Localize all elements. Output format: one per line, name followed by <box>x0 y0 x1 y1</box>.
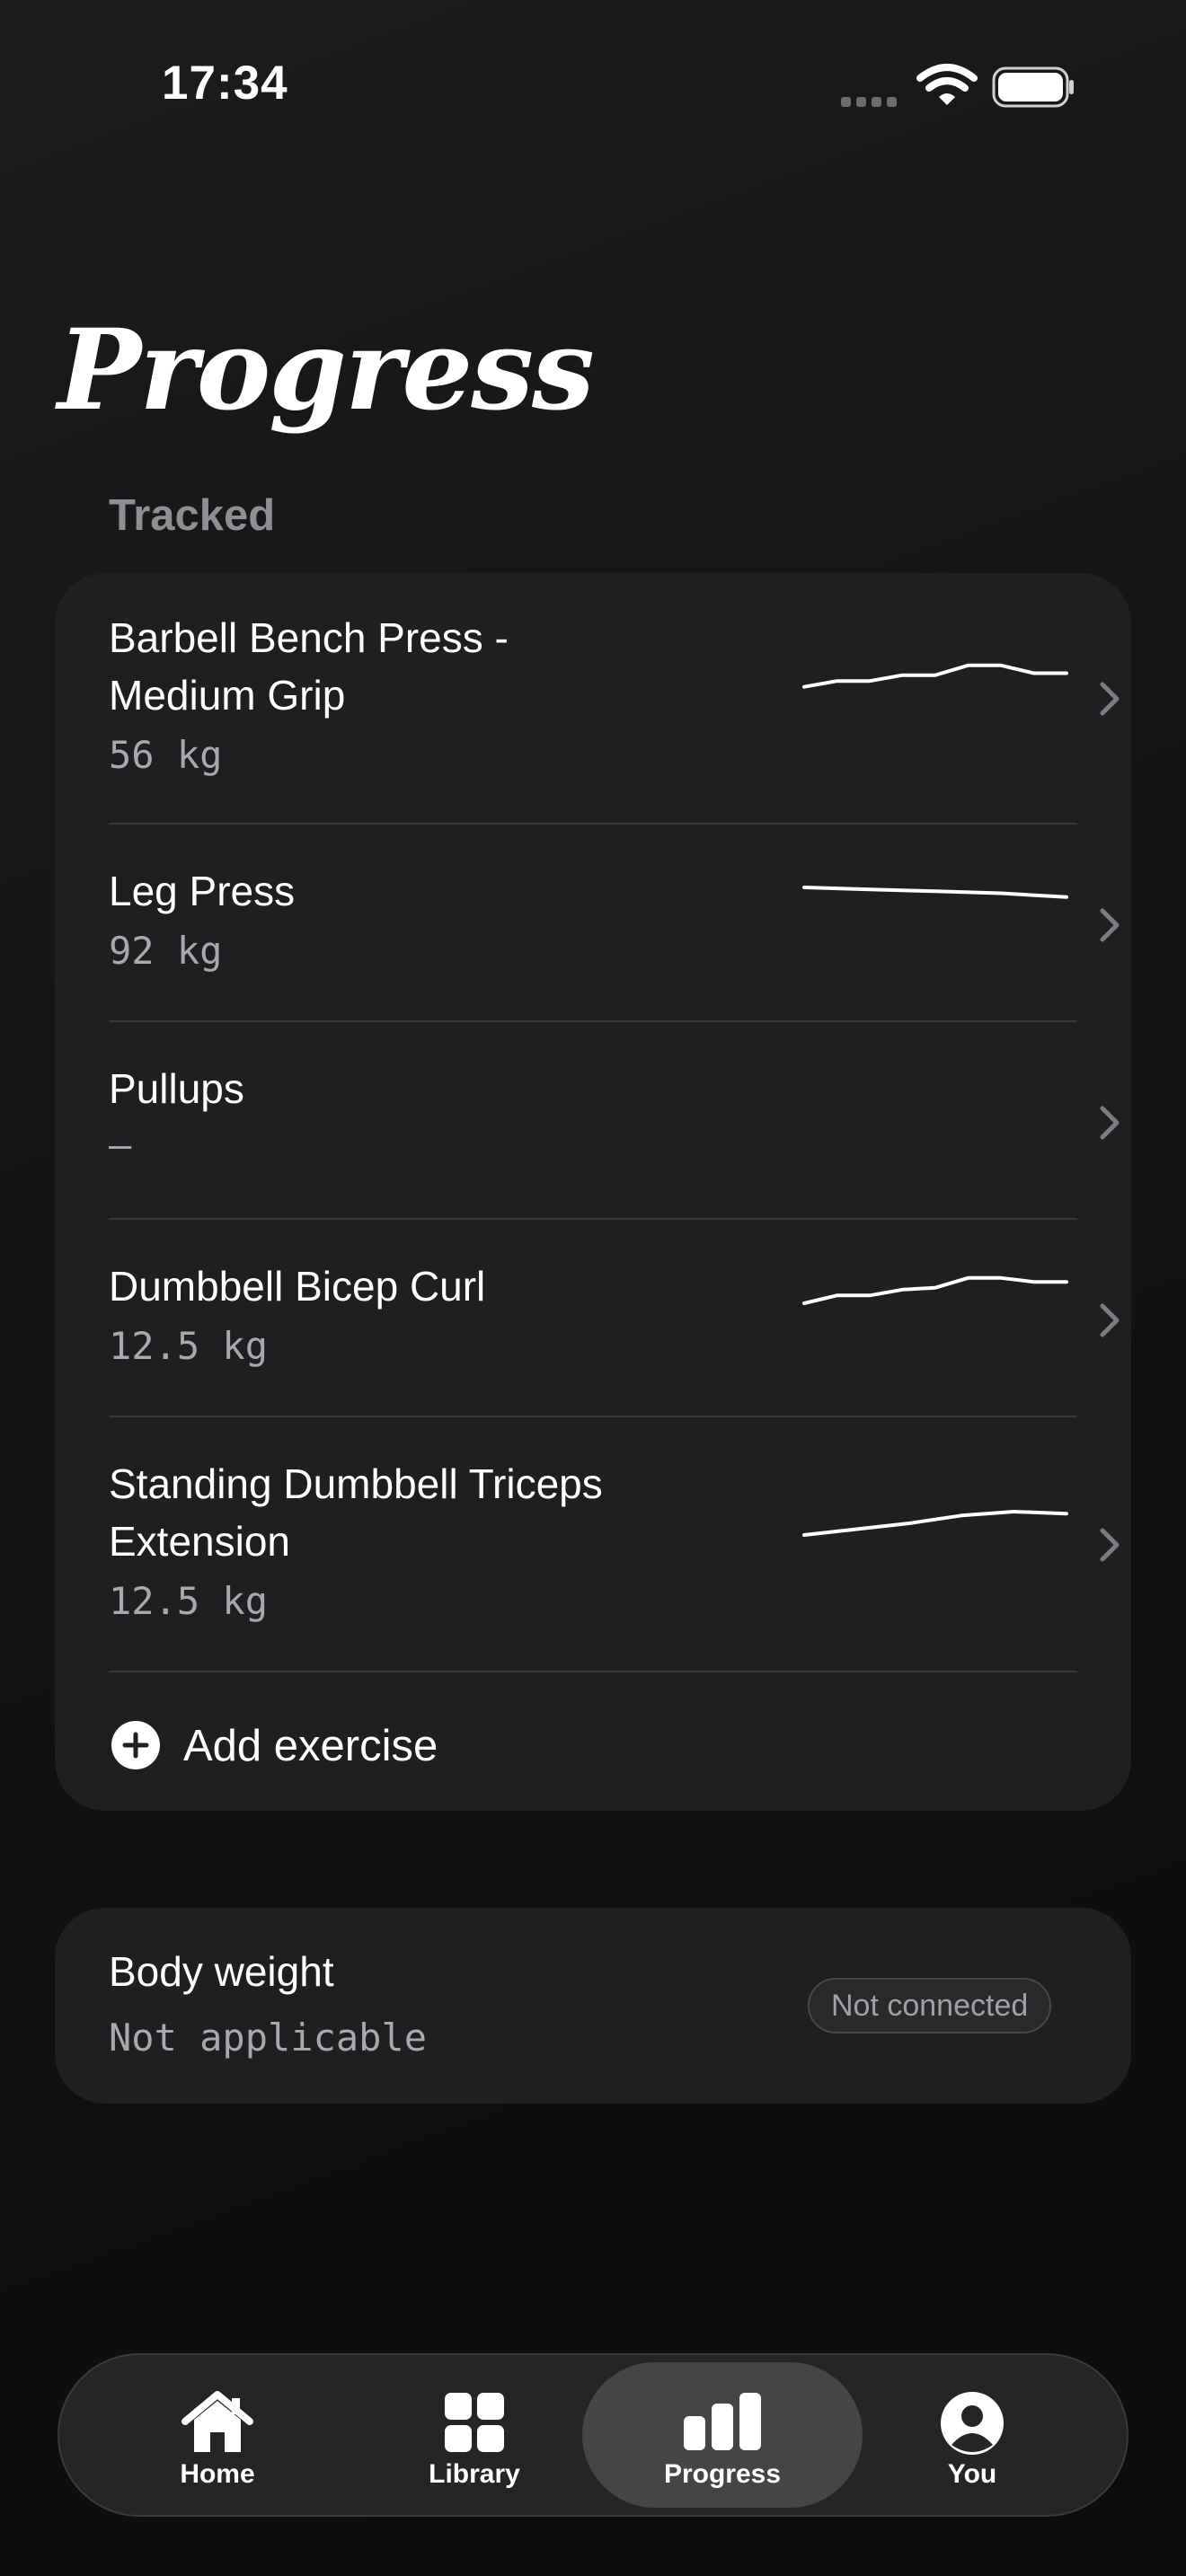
tab-label: Home <box>180 2459 255 2489</box>
cellular-signal-icon <box>841 93 902 110</box>
chevron-right-icon <box>1100 682 1120 716</box>
chevron-right-icon <box>1100 1303 1120 1337</box>
exercise-value: 56 kg <box>109 733 223 777</box>
status-bar: 17:34 <box>0 0 1186 180</box>
tab-label: Progress <box>663 2459 782 2489</box>
trend-sparkline <box>802 1510 1068 1537</box>
exercise-name: Leg Press <box>109 868 296 914</box>
body-weight-title: Body weight <box>109 1948 334 1995</box>
tab-bar: Home Library Progress You <box>58 2353 1128 2517</box>
tracked-row-leg-press[interactable]: Leg Press 92 kg <box>55 825 1131 1022</box>
chevron-right-icon <box>1100 1528 1120 1562</box>
tracked-row-barbell-bench-press[interactable]: Barbell Bench Press - Medium Grip 56 kg <box>55 573 1131 825</box>
battery-icon <box>992 66 1074 108</box>
exercise-value: 92 kg <box>109 929 223 973</box>
house-icon <box>181 2391 253 2452</box>
tab-you[interactable]: You <box>832 2362 1112 2508</box>
trend-sparkline <box>802 1275 1068 1305</box>
row-divider <box>109 1671 1077 1672</box>
tracked-row-pullups[interactable]: Pullups — <box>55 1022 1131 1220</box>
plus-circle-icon <box>111 1721 160 1769</box>
tracked-row-standing-dumbbell-triceps-extension[interactable]: Standing Dumbbell Triceps Extension 12.5… <box>55 1417 1131 1672</box>
trend-line <box>802 663 1068 689</box>
chevron-right-icon <box>1100 908 1120 942</box>
trend-sparkline <box>802 886 1068 899</box>
page-title: Progress <box>58 305 595 436</box>
exercise-value: — <box>109 1123 132 1167</box>
tab-label: Library <box>429 2459 520 2489</box>
exercise-name: Pullups <box>109 1065 244 1112</box>
chevron-right-icon <box>1100 1106 1120 1140</box>
tab-progress[interactable]: Progress <box>582 2362 863 2508</box>
section-label-tracked: Tracked <box>109 491 276 540</box>
connection-status-badge: Not connected <box>808 1978 1052 2033</box>
status-time: 17:34 <box>162 57 288 110</box>
exercise-value: 12.5 kg <box>109 1324 269 1368</box>
body-weight-card[interactable]: Body weight Not applicable Not connected <box>55 1908 1131 2104</box>
tracked-exercises-card: Barbell Bench Press - Medium Grip 56 kg … <box>55 573 1131 1811</box>
tab-label: You <box>947 2459 997 2489</box>
trend-line <box>802 1275 1068 1305</box>
tab-library[interactable]: Library <box>334 2362 615 2508</box>
exercise-value: 12.5 kg <box>109 1579 269 1623</box>
wifi-icon <box>916 64 978 105</box>
exercise-name: Dumbbell Bicep Curl <box>109 1263 486 1310</box>
exercise-name: Standing Dumbbell Triceps Extension <box>109 1460 603 1565</box>
tab-home[interactable]: Home <box>77 2362 358 2508</box>
exercise-name: Barbell Bench Press - Medium Grip <box>109 614 509 719</box>
person-icon <box>941 2392 1004 2455</box>
trend-sparkline <box>802 663 1068 689</box>
trend-line <box>802 886 1068 899</box>
add-exercise-label: Add exercise <box>183 1722 438 1770</box>
trend-line <box>802 1510 1068 1537</box>
grid-icon <box>445 2393 504 2452</box>
bar-chart-icon <box>684 2393 761 2450</box>
tracked-row-dumbbell-bicep-curl[interactable]: Dumbbell Bicep Curl 12.5 kg <box>55 1220 1131 1417</box>
body-weight-value: Not applicable <box>109 2016 428 2060</box>
